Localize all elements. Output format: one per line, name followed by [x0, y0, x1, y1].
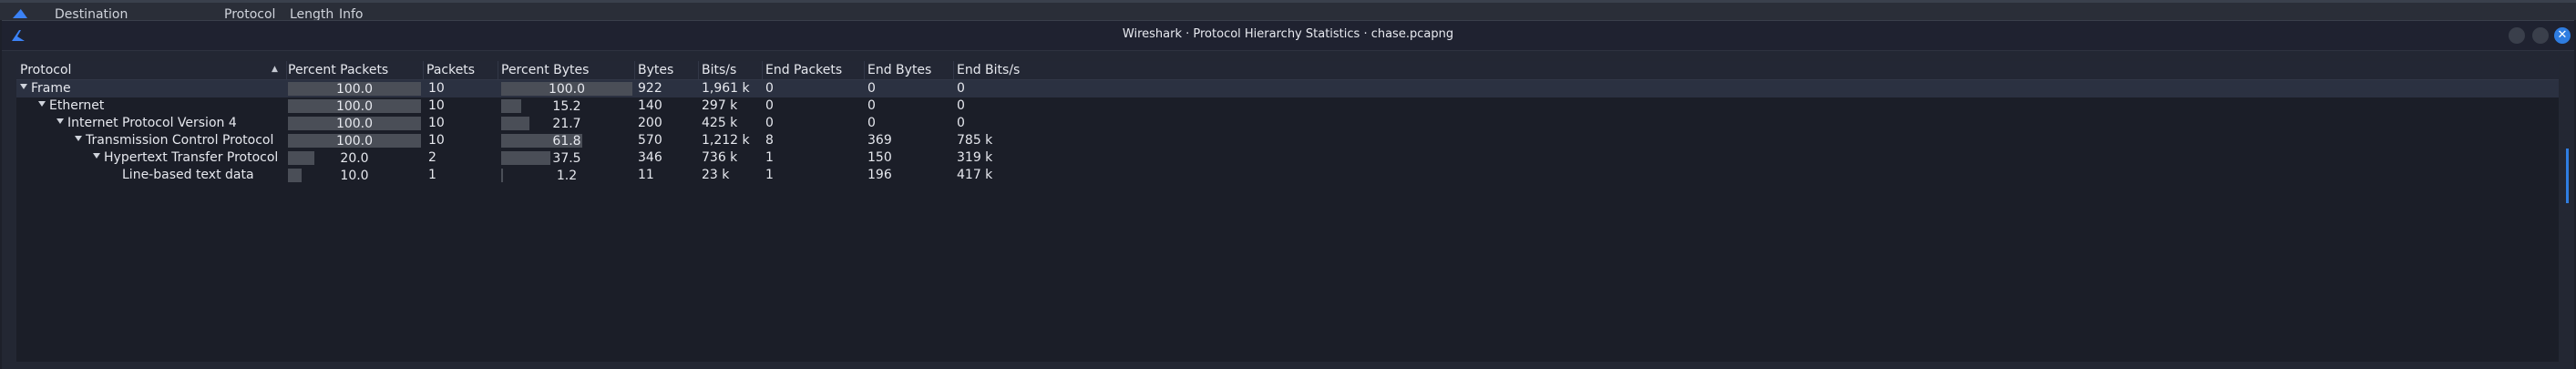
expand-arrow-icon[interactable] [56, 118, 64, 124]
tree-row[interactable]: Frame 100.0 10 100.0 922 1,961 k 0 0 0 [16, 80, 2559, 97]
end-bits-per-second-cell: 0 [957, 116, 965, 130]
bits-per-second-cell: 736 k [702, 150, 738, 165]
end-bytes-cell: 369 [867, 133, 892, 148]
dialog-title: Wireshark · Protocol Hierarchy Statistic… [1122, 27, 1454, 41]
percent-bytes-bar-value: 100.0 [548, 82, 586, 97]
bytes-cell: 346 [638, 150, 662, 165]
percent-packets-bar: 20.0 [288, 151, 421, 166]
percent-bytes-bar-value: 37.5 [552, 151, 581, 166]
percent-packets-bar: 100.0 [288, 82, 421, 97]
end-packets-cell: 8 [765, 133, 774, 148]
percent-packets-bar: 10.0 [288, 169, 421, 183]
packets-cell: 2 [428, 150, 436, 165]
bits-per-second-cell: 297 k [702, 98, 738, 113]
packets-cell: 10 [428, 133, 445, 148]
protocol-name: Internet Protocol Version 4 [67, 116, 237, 130]
percent-packets-bar: 100.0 [288, 134, 421, 149]
background-window-header: Destination Protocol Length Info [0, 0, 2576, 22]
end-packets-cell: 1 [765, 150, 774, 165]
header-percent-packets[interactable]: Percent Packets [288, 63, 388, 77]
header-end-packets[interactable]: End Packets [765, 63, 842, 77]
tree-row[interactable]: Transmission Control Protocol 100.0 10 61.8… [16, 132, 2559, 149]
header-end-bytes[interactable]: End Bytes [867, 63, 931, 77]
percent-bytes-bar: 37.5 [501, 151, 632, 166]
end-bytes-cell: 0 [867, 98, 876, 113]
end-bytes-cell: 0 [867, 81, 876, 96]
bytes-cell: 11 [638, 168, 654, 182]
packets-cell: 10 [428, 81, 445, 96]
dialog-titlebar[interactable]: Wireshark · Protocol Hierarchy Statistic… [2, 21, 2574, 51]
expand-arrow-icon[interactable] [75, 136, 82, 141]
end-bits-per-second-cell: 319 k [957, 150, 993, 165]
bytes-cell: 140 [638, 98, 662, 113]
header-protocol[interactable]: Protocol [20, 63, 71, 77]
percent-bytes-bar-value: 21.7 [552, 117, 581, 131]
background-accent-line [0, 0, 2576, 3]
end-bits-per-second-cell: 785 k [957, 133, 993, 148]
protocol-hierarchy-tree[interactable]: Protocol ▲ Percent Packets Packets Perce… [16, 61, 2559, 362]
bits-per-second-cell: 1,961 k [702, 81, 750, 96]
wireshark-fin-icon [13, 9, 27, 18]
packets-cell: 10 [428, 116, 445, 130]
percent-packets-bar-value: 20.0 [340, 151, 369, 166]
protocol-name: Frame [31, 81, 71, 96]
percent-packets-bar-value: 100.0 [335, 117, 374, 131]
bytes-cell: 200 [638, 116, 662, 130]
end-packets-cell: 0 [765, 116, 774, 130]
expand-arrow-icon[interactable] [20, 84, 27, 89]
percent-packets-bar-value: 10.0 [340, 169, 369, 183]
percent-packets-bar-value: 100.0 [335, 99, 374, 114]
sort-ascending-icon: ▲ [272, 65, 278, 74]
packets-cell: 10 [428, 98, 445, 113]
protocol-name: Hypertext Transfer Protocol [104, 150, 279, 165]
header-end-bits-per-second[interactable]: End Bits/s [957, 63, 1020, 77]
end-packets-cell: 0 [765, 81, 774, 96]
tree-header: Protocol ▲ Percent Packets Packets Perce… [16, 61, 2559, 80]
header-bytes[interactable]: Bytes [638, 63, 673, 77]
maximize-button[interactable] [2532, 27, 2549, 44]
protocol-name: Transmission Control Protocol [86, 133, 274, 148]
end-bits-per-second-cell: 0 [957, 81, 965, 96]
bytes-cell: 570 [638, 133, 662, 148]
expand-arrow-icon[interactable] [93, 153, 100, 159]
header-percent-bytes[interactable]: Percent Bytes [501, 63, 589, 77]
tree-row[interactable]: Internet Protocol Version 4 100.0 10 21.7 20… [16, 115, 2559, 132]
percent-bytes-bar: 1.2 [501, 169, 632, 183]
percent-packets-bar: 100.0 [288, 117, 421, 131]
percent-bytes-bar: 61.8 [501, 134, 632, 149]
protocol-hierarchy-dialog: Wireshark · Protocol Hierarchy Statistic… [2, 20, 2574, 369]
bits-per-second-cell: 1,212 k [702, 133, 750, 148]
tree-row[interactable]: Ethernet 100.0 10 15.2 140 297 k 0 0 0 [16, 97, 2559, 115]
end-bytes-cell: 0 [867, 116, 876, 130]
close-button[interactable]: ✕ [2554, 27, 2571, 44]
end-bytes-cell: 196 [867, 168, 892, 182]
percent-packets-bar-value: 100.0 [335, 82, 374, 97]
end-bits-per-second-cell: 0 [957, 98, 965, 113]
end-bytes-cell: 150 [867, 150, 892, 165]
packets-cell: 1 [428, 168, 436, 182]
end-packets-cell: 0 [765, 98, 774, 113]
end-packets-cell: 1 [765, 168, 774, 182]
percent-bytes-bar: 21.7 [501, 117, 632, 131]
protocol-name: Ethernet [49, 98, 105, 113]
percent-packets-bar: 100.0 [288, 99, 421, 114]
bits-per-second-cell: 425 k [702, 116, 738, 130]
bytes-cell: 922 [638, 81, 662, 96]
header-bits-per-second[interactable]: Bits/s [702, 63, 736, 77]
header-packets[interactable]: Packets [426, 63, 475, 77]
tree-row[interactable]: Line-based text data 10.0 1 1.2 11 23 k 1 196 41… [16, 167, 2559, 184]
percent-bytes-bar: 100.0 [501, 82, 632, 97]
percent-bytes-bar: 15.2 [501, 99, 632, 114]
minimize-button[interactable] [2509, 27, 2525, 44]
expand-arrow-icon[interactable] [38, 101, 46, 107]
percent-bytes-bar-value: 1.2 [556, 169, 578, 183]
end-bits-per-second-cell: 417 k [957, 168, 993, 182]
protocol-name: Line-based text data [122, 168, 254, 182]
percent-packets-bar-value: 100.0 [335, 134, 374, 149]
tree-row[interactable]: Hypertext Transfer Protocol 20.0 2 37.5 346 7… [16, 149, 2559, 167]
bits-per-second-cell: 23 k [702, 168, 730, 182]
percent-bytes-bar-value: 15.2 [552, 99, 581, 114]
scrollbar-handle[interactable] [2566, 149, 2569, 203]
percent-bytes-bar-value: 61.8 [552, 134, 581, 149]
